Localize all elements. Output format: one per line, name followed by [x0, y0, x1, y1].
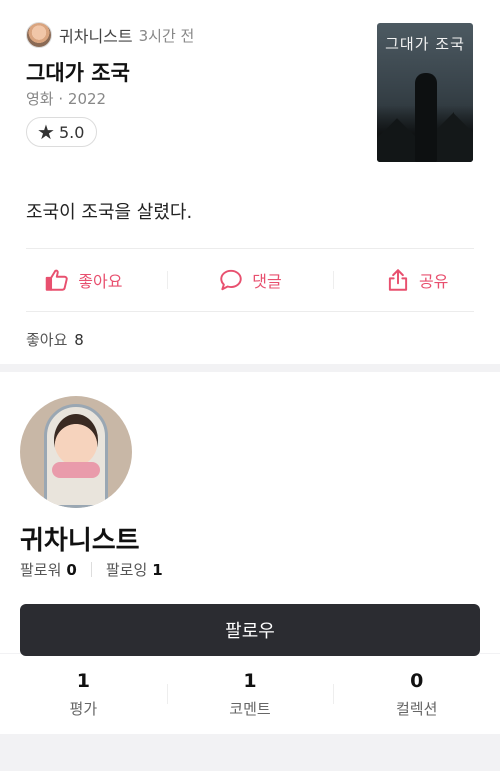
- speech-bubble-icon: [220, 269, 243, 291]
- stat-label: 컬렉션: [395, 700, 438, 718]
- following-link[interactable]: 팔로잉 1: [106, 559, 163, 580]
- stat-value: 1: [76, 670, 90, 692]
- profile-name: 귀차니스트: [20, 526, 140, 556]
- following-count: 1: [152, 561, 163, 579]
- likes-number: 8: [74, 331, 84, 349]
- review-card: 귀차니스트 3시간 전 그대가 조국 영화 · 2022 ★ 5.0 그대가 조…: [0, 0, 500, 364]
- thumbs-up-icon: [45, 269, 68, 291]
- separator: [90, 562, 92, 577]
- share-icon: [388, 269, 408, 291]
- review-text[interactable]: 조국이 조국을 살렸다.: [26, 198, 192, 224]
- stats-row: 1 평가 1 코멘트 0 컬렉션: [0, 654, 500, 734]
- movie-poster[interactable]: 그대가 조국: [377, 23, 473, 162]
- avatar-face: [54, 414, 98, 466]
- review-actions: 좋아요 댓글 공유: [0, 249, 500, 311]
- likes-label: 좋아요: [26, 331, 68, 349]
- followers-label: 팔로워: [20, 561, 62, 579]
- stat-value: 1: [243, 670, 257, 692]
- follow-stats: 팔로워 0 팔로잉 1: [20, 559, 163, 580]
- star-icon: ★: [37, 120, 55, 144]
- divider: [26, 311, 474, 312]
- stat-collections[interactable]: 0 컬렉션: [333, 654, 500, 734]
- stat-label: 평가: [69, 700, 98, 718]
- follow-button[interactable]: 팔로우: [20, 604, 480, 656]
- review-time: 3시간 전: [138, 26, 195, 45]
- comment-label: 댓글: [252, 272, 282, 291]
- followers-link[interactable]: 팔로워 0: [20, 559, 77, 580]
- stat-comments[interactable]: 1 코멘트: [166, 654, 334, 734]
- movie-title[interactable]: 그대가 조국: [26, 57, 130, 87]
- author-name[interactable]: 귀차니스트: [59, 23, 133, 47]
- profile-avatar[interactable]: [20, 396, 132, 508]
- author-avatar[interactable]: [26, 22, 52, 48]
- avatar-scarf: [52, 462, 100, 478]
- profile-card: 귀차니스트 팔로워 0 팔로잉 1 팔로우: [0, 372, 500, 656]
- stat-value: 0: [410, 670, 424, 692]
- share-label: 공유: [418, 272, 449, 291]
- rating-value: 5.0: [58, 122, 85, 142]
- rating-badge: ★ 5.0: [26, 117, 98, 147]
- followers-count: 0: [66, 561, 77, 579]
- likes-count[interactable]: 좋아요 8: [26, 329, 84, 350]
- following-label: 팔로잉: [105, 561, 148, 579]
- review-author[interactable]: 귀차니스트 3시간 전: [26, 22, 194, 48]
- like-label: 좋아요: [78, 272, 123, 291]
- share-button[interactable]: 공유: [333, 249, 500, 311]
- comment-button[interactable]: 댓글: [166, 249, 334, 311]
- poster-figure: [415, 73, 437, 162]
- movie-meta: 영화 · 2022: [26, 90, 107, 108]
- stats-card: 1 평가 1 코멘트 0 컬렉션: [0, 654, 500, 734]
- like-button[interactable]: 좋아요: [0, 249, 167, 311]
- stat-label: 코멘트: [229, 700, 271, 718]
- poster-title: 그대가 조국: [385, 35, 465, 53]
- stat-ratings[interactable]: 1 평가: [0, 654, 167, 734]
